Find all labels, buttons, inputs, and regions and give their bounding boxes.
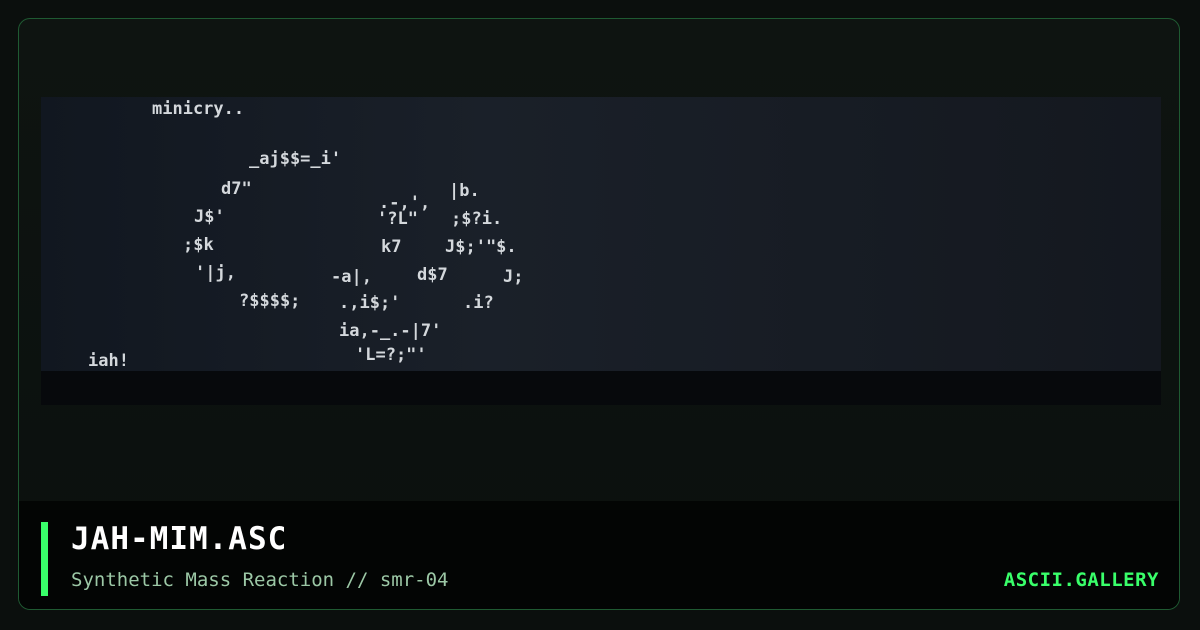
ascii-line: d$7 [417, 265, 448, 285]
ascii-art-panel: minicry.. _aj$$=_i' d7" J$' ;$k '|j, ?$$… [41, 97, 1161, 405]
ascii-line: '?L" [377, 209, 418, 229]
ascii-line: |b. [449, 181, 480, 201]
ascii-line: 'L=?;"' [355, 345, 427, 365]
ascii-line: ?$$$$; [239, 291, 301, 311]
artwork-title: JAH-MIM.ASC [71, 521, 288, 557]
gallery-brand-link[interactable]: ASCII.GALLERY [1004, 569, 1159, 591]
ascii-line: J$' [194, 207, 225, 227]
ascii-line: ;$?i. [451, 209, 503, 229]
ascii-line: _aj$$=_i' [249, 149, 342, 169]
ascii-line: iah! [88, 351, 129, 371]
ascii-line: '|j, [195, 263, 236, 283]
ascii-line: J; [503, 267, 524, 287]
ascii-art: minicry.. _aj$$=_i' d7" J$' ;$k '|j, ?$$… [41, 97, 523, 557]
ascii-line: k7 [381, 237, 402, 257]
ascii-line: .,i$;' [339, 293, 401, 313]
ascii-line: -a|, [331, 267, 372, 287]
card-footer: JAH-MIM.ASC Synthetic Mass Reaction // s… [19, 501, 1179, 609]
card-frame: minicry.. _aj$$=_i' d7" J$' ;$k '|j, ?$$… [18, 18, 1180, 610]
ascii-line: ia,-_.-|7' [339, 321, 442, 341]
artwork-subtitle: Synthetic Mass Reaction // smr-04 [71, 569, 449, 591]
ascii-line: minicry.. [152, 99, 245, 119]
ascii-line: .i? [463, 293, 494, 313]
ascii-line: J$;'"$. [445, 237, 517, 257]
ascii-line: ;$k [183, 235, 214, 255]
ascii-line: d7" [221, 179, 252, 199]
accent-bar [41, 522, 48, 596]
art-bottom-band [41, 371, 1161, 405]
